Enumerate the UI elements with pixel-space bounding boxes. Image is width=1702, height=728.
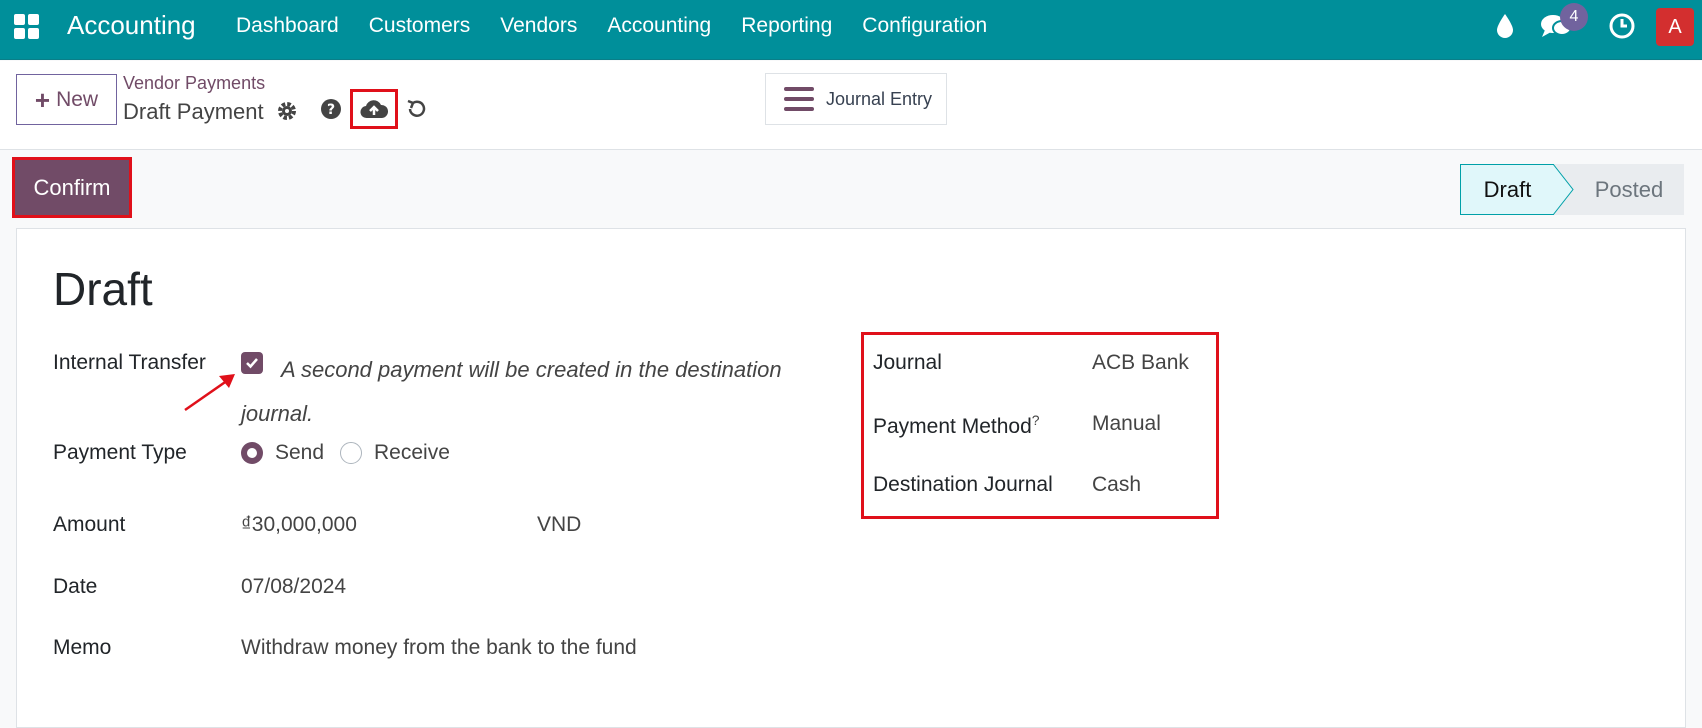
- menu-accounting[interactable]: Accounting: [607, 14, 711, 38]
- check-icon: [246, 358, 258, 369]
- apps-menu-icon[interactable]: [14, 14, 40, 40]
- memo-label: Memo: [53, 636, 112, 659]
- chat-count-badge: 4: [1560, 3, 1588, 31]
- send-radio[interactable]: [241, 442, 263, 464]
- date-field[interactable]: 07/08/2024: [241, 575, 346, 599]
- internal-transfer-checkbox[interactable]: [241, 352, 263, 374]
- breadcrumb-current: Draft Payment: [123, 99, 264, 124]
- destination-journal-label: Destination Journal: [873, 473, 1053, 496]
- new-button[interactable]: + New: [16, 74, 117, 125]
- new-button-label: New: [56, 87, 99, 111]
- top-navbar: Accounting Dashboard Customers Vendors A…: [0, 0, 1702, 60]
- menu-reporting[interactable]: Reporting: [741, 14, 832, 38]
- journal-entry-label: Journal Entry: [826, 88, 933, 109]
- cloud-upload-icon: [360, 100, 388, 119]
- drop-icon[interactable]: [1494, 12, 1516, 40]
- amount-field[interactable]: ₫30,000,000: [241, 513, 357, 537]
- journal-label: Journal: [873, 351, 942, 374]
- destination-journal-field[interactable]: Cash: [1092, 473, 1141, 497]
- payment-type-label: Payment Type: [53, 441, 187, 464]
- memo-field[interactable]: Withdraw money from the bank to the fund: [241, 636, 637, 660]
- help-icon[interactable]: ?: [320, 98, 342, 120]
- date-label: Date: [53, 575, 98, 598]
- receive-radio[interactable]: [340, 442, 362, 464]
- control-panel: + New Vendor Payments Draft Payment ? Jo…: [0, 61, 1702, 150]
- receive-label: Receive: [374, 441, 450, 464]
- payment-method-field[interactable]: Manual: [1092, 412, 1161, 436]
- gear-icon[interactable]: [275, 99, 299, 123]
- journal-field[interactable]: ACB Bank: [1092, 351, 1189, 375]
- status-draft[interactable]: Draft: [1460, 164, 1554, 215]
- menu-configuration[interactable]: Configuration: [862, 14, 987, 38]
- menu-dashboard[interactable]: Dashboard: [236, 14, 339, 38]
- main-menu: Dashboard Customers Vendors Accounting R…: [236, 14, 1017, 38]
- amount-label: Amount: [53, 513, 126, 536]
- hamburger-icon: [784, 87, 814, 111]
- status-arrow: [1553, 164, 1574, 215]
- currency-field[interactable]: VND: [537, 513, 581, 537]
- plus-icon: +: [34, 84, 51, 115]
- discard-icon[interactable]: [405, 97, 429, 121]
- menu-vendors[interactable]: Vendors: [500, 14, 577, 38]
- payment-title: Draft: [53, 263, 153, 315]
- payment-method-text: Payment Method: [873, 415, 1032, 438]
- breadcrumb-vendor-payments[interactable]: Vendor Payments: [123, 73, 265, 94]
- menu-customers[interactable]: Customers: [369, 14, 471, 38]
- user-avatar[interactable]: A: [1656, 8, 1694, 46]
- app-name[interactable]: Accounting: [67, 10, 196, 41]
- clock-icon[interactable]: [1608, 12, 1636, 40]
- internal-transfer-hint: A second payment will be created in the …: [241, 357, 782, 426]
- svg-text:?: ?: [327, 102, 335, 118]
- payment-method-label: Payment Method?: [873, 412, 1040, 439]
- save-button[interactable]: [350, 89, 398, 129]
- journal-entry-button[interactable]: Journal Entry: [765, 73, 947, 125]
- help-tooltip-mark[interactable]: ?: [1032, 412, 1040, 428]
- annotation-arrow: [184, 374, 235, 412]
- send-label: Send: [275, 441, 325, 464]
- confirm-button[interactable]: Confirm: [15, 160, 129, 215]
